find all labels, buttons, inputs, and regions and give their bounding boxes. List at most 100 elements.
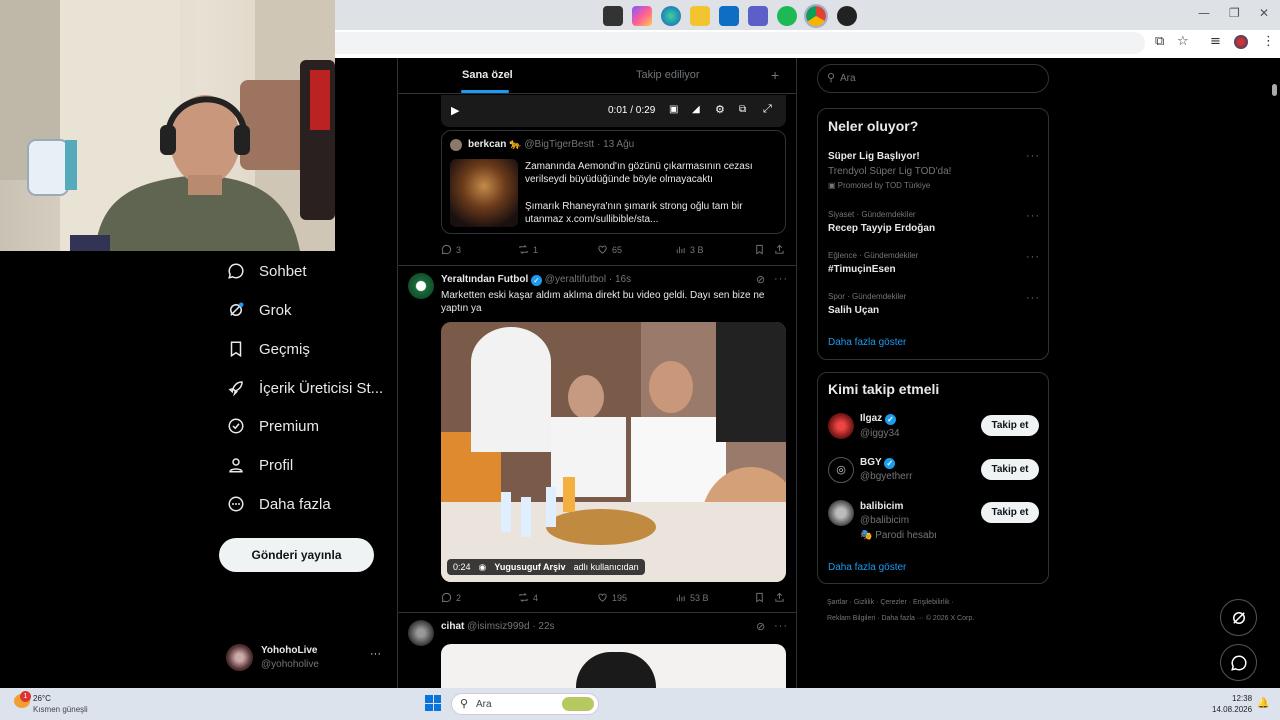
footer-link[interactable]: Erişilebilirlik — [913, 599, 950, 606]
sidebar-item-more[interactable]: Daha fazla — [227, 489, 331, 519]
repost-icon — [519, 593, 528, 602]
settings-gear-icon[interactable]: ⚙ — [715, 103, 725, 116]
suggested-user-name[interactable]: BGY ✓ — [860, 457, 896, 469]
task-view-icon[interactable] — [603, 6, 623, 26]
reply-button[interactable]: 3 — [441, 244, 461, 255]
who-to-follow-show-more[interactable]: Daha fazla göster — [828, 562, 906, 573]
follow-button[interactable]: Takip et — [981, 502, 1039, 523]
repost-button[interactable]: 4 — [518, 592, 538, 603]
sidebar-item-chat[interactable]: Sohbet — [227, 256, 307, 286]
sidebar-item-premium[interactable]: Premium — [227, 411, 319, 441]
file-explorer-icon[interactable] — [690, 6, 710, 26]
play-icon[interactable]: ▶ — [451, 104, 459, 117]
post-button[interactable]: Gönderi yayınla — [219, 538, 374, 572]
follow-button[interactable]: Takip et — [981, 415, 1039, 436]
minimize-icon[interactable]: — — [1198, 6, 1210, 20]
quoted-tweet[interactable]: berkcan 🐆 @BigTigerBestt · 13 Ağu Zamanı… — [441, 130, 786, 234]
spotify-icon[interactable] — [777, 6, 797, 26]
like-count: 195 — [612, 592, 628, 603]
scrollbar-thumb[interactable] — [1272, 84, 1277, 96]
sidebar-item-grok[interactable]: Grok — [227, 295, 292, 325]
profile-avatar-icon[interactable] — [1234, 35, 1248, 49]
views-button[interactable]: 53 B — [675, 592, 709, 603]
search-box[interactable]: ⚲ Ara — [817, 64, 1049, 93]
browser-menu-icon[interactable]: ⋮ — [1262, 34, 1275, 49]
footer-link[interactable]: Daha fazla ··· — [881, 615, 923, 622]
trend-title[interactable]: Süper Lig Başlıyor! — [828, 151, 920, 162]
tweet-author-name[interactable]: Yeraltından Futbol — [441, 274, 528, 285]
popout-icon[interactable]: ⧉ — [739, 104, 746, 115]
media-controls-icon[interactable]: ≡ — [1210, 34, 1221, 49]
suggested-user-name[interactable]: balibicim — [860, 501, 903, 512]
repost-button[interactable]: 1 — [518, 244, 538, 255]
trend-menu-icon[interactable]: ··· — [1026, 251, 1040, 263]
tweet-video[interactable]: 0:24 ◉ Yugusuguf Arşiv adlı kullanıcıdan — [441, 322, 786, 582]
sidebar-item-label: Profil — [259, 456, 294, 474]
add-tab-icon[interactable]: + — [771, 67, 779, 83]
trend-menu-icon[interactable]: ··· — [1026, 292, 1040, 304]
share-button[interactable] — [774, 244, 785, 255]
captions-icon[interactable]: ▣ — [669, 104, 678, 115]
chrome-icon[interactable] — [804, 4, 828, 28]
windows-start-icon[interactable] — [425, 695, 441, 711]
trend-menu-icon[interactable]: ··· — [1026, 210, 1040, 222]
reply-button[interactable]: 2 — [441, 592, 461, 603]
trends-show-more[interactable]: Daha fazla göster — [828, 337, 906, 348]
notification-bell-icon[interactable]: 🔔 — [1257, 698, 1269, 709]
footer-link[interactable]: Şartlar — [827, 599, 848, 606]
mute-icon[interactable]: ◢ — [692, 104, 700, 115]
address-bar[interactable] — [335, 32, 1145, 54]
trend-menu-icon[interactable]: ··· — [1026, 150, 1040, 162]
tweet-menu-icon[interactable]: ··· — [774, 620, 788, 632]
account-switcher[interactable]: YohohoLive @yohoholive ··· — [226, 644, 386, 674]
app-icon[interactable] — [837, 6, 857, 26]
clock-date[interactable]: 14.08.2026 — [1212, 705, 1252, 714]
quoted-thumbnail — [450, 159, 518, 227]
grok-explain-icon[interactable]: ⊘ — [756, 273, 765, 286]
bookmark-button[interactable] — [754, 244, 765, 255]
clock-time[interactable]: 12:38 — [1232, 694, 1252, 703]
tab-following[interactable]: Takip ediliyor — [636, 69, 700, 81]
like-button[interactable]: 65 — [597, 244, 622, 255]
tweet-menu-icon[interactable]: ··· — [774, 273, 788, 285]
trend-title[interactable]: Salih Uçan — [828, 305, 879, 316]
restore-icon[interactable]: ❐ — [1229, 6, 1240, 20]
follow-button[interactable]: Takip et — [981, 459, 1039, 480]
footer-links: Reklam Bilgileri · Daha fazla ··· © 2026… — [827, 615, 975, 622]
sidebar-item-profile[interactable]: Profil — [227, 450, 293, 480]
bookmark-star-icon[interactable]: ☆ — [1177, 34, 1189, 49]
tweet-author-handle[interactable]: @isimsiz999d — [467, 621, 529, 632]
reply-icon — [441, 244, 452, 255]
copilot-icon[interactable] — [632, 6, 652, 26]
tweet-author-name[interactable]: cihat — [441, 621, 464, 632]
trend-title[interactable]: #TimuçinEsen — [828, 264, 896, 275]
close-window-icon[interactable]: ✕ — [1259, 6, 1269, 20]
install-app-icon[interactable]: ⧉ — [1155, 34, 1164, 49]
sidebar-item-creator-studio[interactable]: İçerik Üreticisi St... — [227, 373, 383, 403]
footer-links: Şartlar · Gizlilik · Çerezler · Erişileb… — [827, 599, 954, 606]
suggested-user-name[interactable]: Ilgaz ✓ — [860, 413, 897, 425]
views-button[interactable]: 3 B — [675, 244, 704, 255]
tweet-author-handle[interactable]: @yeraltifutbol — [545, 274, 606, 285]
account-menu-icon[interactable]: ··· — [370, 648, 381, 660]
footer-link[interactable]: Gizlilik — [854, 599, 874, 606]
tweet-image[interactable] — [441, 644, 786, 688]
image-subject — [576, 652, 656, 688]
taskbar-search[interactable]: ⚲ Ara — [451, 693, 599, 715]
footer-link[interactable]: Çerezler — [880, 599, 906, 606]
outlook-icon[interactable] — [719, 6, 739, 26]
footer-link[interactable]: Reklam Bilgileri — [827, 615, 875, 622]
like-button[interactable]: 195 — [597, 592, 627, 603]
trend-title[interactable]: Recep Tayyip Erdoğan — [828, 223, 935, 234]
edge-browser-icon[interactable] — [661, 6, 681, 26]
fullscreen-icon[interactable]: ⤢ — [763, 103, 772, 116]
tab-for-you[interactable]: Sana özel — [462, 69, 513, 81]
sidebar-item-bookmarks[interactable]: Geçmiş — [227, 334, 310, 364]
video-player[interactable]: ▶ 0:01 / 0:29 ▣ ◢ ⚙ ⧉ ⤢ — [441, 95, 786, 127]
grok-float-button[interactable] — [1220, 599, 1257, 636]
grok-explain-icon[interactable]: ⊘ — [756, 620, 765, 633]
teams-icon[interactable] — [748, 6, 768, 26]
messages-float-button[interactable] — [1220, 644, 1257, 681]
bookmark-button[interactable] — [754, 592, 765, 603]
share-button[interactable] — [774, 592, 785, 603]
